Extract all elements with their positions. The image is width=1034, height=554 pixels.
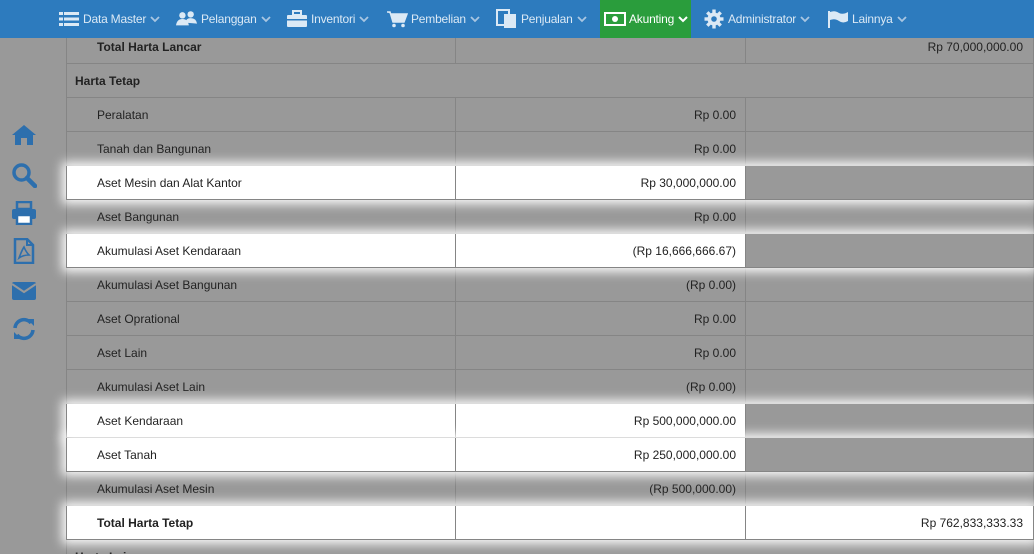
- nav-administrator[interactable]: Administrator: [703, 0, 810, 38]
- row-total: [745, 200, 1034, 233]
- nav-label: Administrator: [728, 12, 797, 26]
- nav-label: Penjualan: [521, 12, 573, 26]
- sidebar-toolbar: [0, 38, 60, 554]
- chevron-down-icon: [800, 14, 810, 24]
- table-row-total-harta-tetap: Total Harta Tetap Rp 762,833,333.33: [66, 506, 1034, 540]
- table-row: Peralatan Rp 0.00: [66, 98, 1034, 132]
- row-value: (Rp 16,666,666.67): [455, 234, 745, 267]
- top-navbar: Data Master Pelanggan Inventori Pembelia…: [0, 0, 1034, 38]
- table-row: Aset Oprational Rp 0.00: [66, 302, 1034, 336]
- row-label: Aset Kendaraan: [66, 404, 455, 437]
- table-row: Aset Mesin dan Alat Kantor Rp 30,000,000…: [66, 166, 1034, 200]
- chevron-down-icon: [678, 14, 688, 24]
- flag-icon: [827, 10, 849, 28]
- table-row: Akumulasi Aset Mesin (Rp 500,000.00): [66, 472, 1034, 506]
- table-row: Aset Bangunan Rp 0.00: [66, 200, 1034, 234]
- table-row: Aset Tanah Rp 250,000,000.00: [66, 438, 1034, 472]
- row-value: (Rp 0.00): [455, 268, 745, 301]
- chevron-down-icon: [470, 14, 480, 24]
- nav-label: Data Master: [83, 12, 147, 26]
- nav-label: Inventori: [311, 12, 356, 26]
- row-total: [745, 438, 1034, 471]
- table-row: Akumulasi Aset Lain (Rp 0.00): [66, 370, 1034, 404]
- cart-icon: [386, 10, 408, 28]
- table-row: Aset Lain Rp 0.00: [66, 336, 1034, 370]
- chevron-down-icon: [150, 14, 160, 24]
- row-total: [745, 370, 1034, 403]
- table-row: Akumulasi Aset Kendaraan (Rp 16,666,666.…: [66, 234, 1034, 268]
- row-value: (Rp 500,000.00): [455, 472, 745, 505]
- row-label: Aset Lain: [66, 336, 455, 369]
- row-total: Rp 762,833,333.33: [745, 506, 1034, 539]
- row-total: [745, 404, 1034, 437]
- nav-label: Pelanggan: [201, 12, 257, 26]
- nav-label: Pembelian: [411, 12, 466, 26]
- section-title: Harta Lainnya: [66, 540, 1034, 554]
- row-total: [745, 166, 1034, 199]
- users-icon: [176, 10, 198, 28]
- gear-icon: [703, 9, 725, 29]
- row-total: [745, 302, 1034, 335]
- section-harta-lainnya: Harta Lainnya: [66, 540, 1034, 554]
- briefcase-icon: [286, 10, 308, 28]
- nav-lainnya[interactable]: Lainnya: [827, 0, 907, 38]
- search-icon[interactable]: [10, 161, 38, 189]
- row-label: Aset Bangunan: [66, 200, 455, 233]
- row-total: [745, 132, 1034, 165]
- balance-sheet-table: Total Harta Lancar Rp 70,000,000.00 Hart…: [66, 30, 1034, 554]
- list-icon: [58, 10, 80, 28]
- nav-label: Akunting: [629, 12, 675, 26]
- row-value: Rp 0.00: [455, 98, 745, 131]
- section-harta-tetap: Harta Tetap: [66, 64, 1034, 98]
- nav-akunting[interactable]: Akunting: [600, 0, 691, 38]
- row-label: Aset Tanah: [66, 438, 455, 471]
- nav-pembelian[interactable]: Pembelian: [386, 0, 480, 38]
- row-label: Tanah dan Bangunan: [66, 132, 455, 165]
- row-total: [745, 268, 1034, 301]
- chevron-down-icon: [260, 14, 271, 24]
- nav-penjualan[interactable]: Penjualan: [496, 0, 587, 38]
- row-total: [745, 234, 1034, 267]
- row-value: Rp 0.00: [455, 132, 745, 165]
- row-label: Total Harta Tetap: [66, 506, 455, 539]
- row-label: Peralatan: [66, 98, 455, 131]
- row-label: Akumulasi Aset Lain: [66, 370, 455, 403]
- print-icon[interactable]: [10, 199, 38, 227]
- mail-icon[interactable]: [10, 277, 38, 305]
- home-icon[interactable]: [10, 121, 38, 149]
- chevron-down-icon: [576, 14, 587, 24]
- row-total: [745, 472, 1034, 505]
- pdf-icon[interactable]: [10, 237, 38, 265]
- table-row: Akumulasi Aset Bangunan (Rp 0.00): [66, 268, 1034, 302]
- table-row: Aset Kendaraan Rp 500,000,000.00: [66, 404, 1034, 438]
- row-label: Akumulasi Aset Mesin: [66, 472, 455, 505]
- table-row: Tanah dan Bangunan Rp 0.00: [66, 132, 1034, 166]
- row-label: Akumulasi Aset Bangunan: [66, 268, 455, 301]
- row-value: Rp 500,000,000.00: [455, 404, 745, 437]
- row-total: [745, 336, 1034, 369]
- nav-data-master[interactable]: Data Master: [58, 0, 160, 38]
- row-label: Akumulasi Aset Kendaraan: [66, 234, 455, 267]
- chevron-down-icon: [897, 14, 907, 24]
- money-icon: [604, 10, 626, 28]
- nav-pelanggan[interactable]: Pelanggan: [176, 0, 271, 38]
- section-title: Harta Tetap: [66, 64, 1034, 97]
- nav-inventori[interactable]: Inventori: [286, 0, 369, 38]
- row-value: Rp 250,000,000.00: [455, 438, 745, 471]
- chevron-down-icon: [359, 14, 369, 24]
- row-value: Rp 0.00: [455, 200, 745, 233]
- row-value: Rp 30,000,000.00: [455, 166, 745, 199]
- row-label: Aset Mesin dan Alat Kantor: [66, 166, 455, 199]
- documents-icon: [496, 9, 518, 28]
- row-value: (Rp 0.00): [455, 370, 745, 403]
- row-value: Rp 0.00: [455, 336, 745, 369]
- refresh-icon[interactable]: [10, 315, 38, 343]
- row-value: Rp 0.00: [455, 302, 745, 335]
- row-total: [745, 98, 1034, 131]
- nav-label: Lainnya: [852, 12, 893, 26]
- row-value: [455, 506, 745, 539]
- row-label: Aset Oprational: [66, 302, 455, 335]
